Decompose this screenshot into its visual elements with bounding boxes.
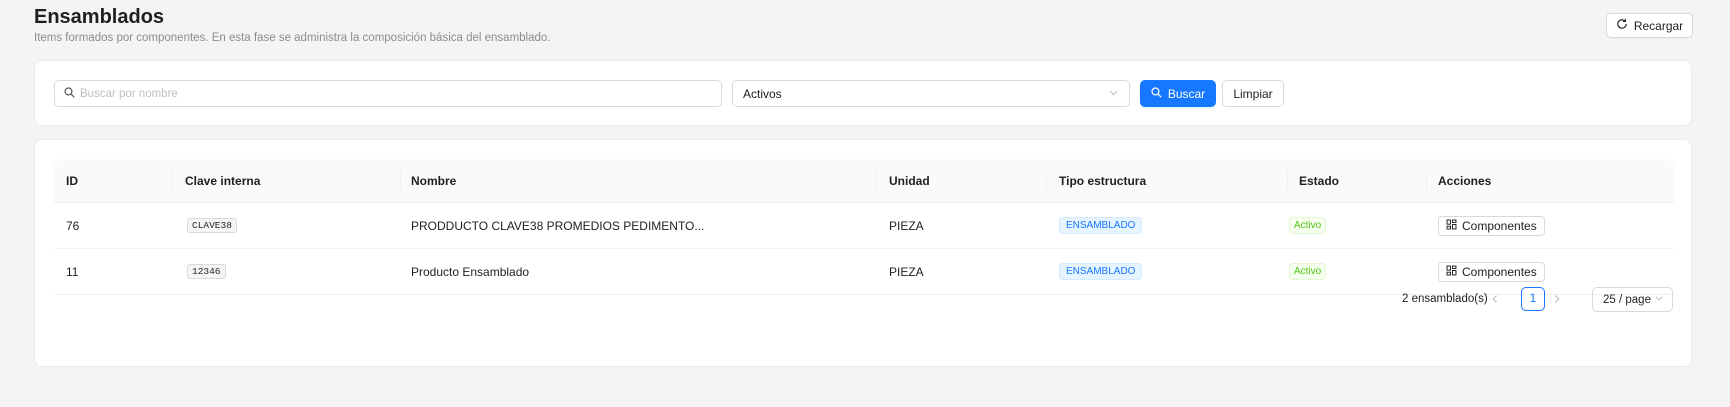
cell-acciones: Componentes: [1438, 203, 1545, 248]
search-icon: [64, 85, 75, 103]
page-size-value: 25 / page: [1603, 293, 1651, 306]
column-divider: [1046, 172, 1047, 190]
components-button[interactable]: Componentes: [1438, 261, 1545, 282]
search-button[interactable]: Buscar: [1140, 80, 1216, 107]
page-subtitle: Items formados por componentes. En esta …: [34, 32, 551, 44]
column-header-tipo[interactable]: Tipo estructura: [1059, 159, 1146, 203]
cell-id: 11: [66, 264, 79, 279]
column-divider: [876, 172, 877, 190]
search-input[interactable]: [80, 81, 721, 106]
pagination-total: 2 ensamblado(s): [1402, 293, 1488, 305]
chevron-right-icon[interactable]: [1545, 287, 1569, 311]
status-select[interactable]: Activos: [732, 80, 1130, 107]
reload-icon: [1616, 18, 1628, 33]
column-header-id[interactable]: ID: [66, 159, 78, 203]
clave-tag: 12346: [187, 264, 226, 279]
chevron-down-icon: [1108, 87, 1119, 101]
cell-unidad: PIEZA: [889, 218, 924, 233]
components-button-label: Componentes: [1462, 264, 1537, 279]
components-button-label: Componentes: [1462, 218, 1537, 233]
status-badge: Activo: [1289, 263, 1327, 280]
search-button-label: Buscar: [1167, 86, 1206, 101]
table-header: ID Clave interna Nombre Unidad Tipo estr…: [54, 159, 1674, 203]
clear-button-label: Limpiar: [1233, 86, 1273, 101]
column-divider: [400, 172, 401, 190]
reload-button-label: Recargar: [1633, 18, 1684, 33]
chevron-left-icon[interactable]: [1483, 287, 1507, 311]
components-icon: [1446, 265, 1457, 279]
page: Ensamblados Items formados por component…: [0, 0, 1730, 407]
cell-estado: Activo: [1289, 203, 1327, 248]
cell-nombre: PRODDUCTO CLAVE38 PROMEDIOS PEDIMENTO...: [411, 218, 705, 233]
column-header-nombre[interactable]: Nombre: [411, 159, 456, 203]
status-select-value: Activos: [743, 86, 782, 101]
components-button[interactable]: Componentes: [1438, 215, 1545, 236]
table-card: ID Clave interna Nombre Unidad Tipo estr…: [34, 139, 1692, 367]
assemblies-table: ID Clave interna Nombre Unidad Tipo estr…: [54, 159, 1674, 295]
table-row[interactable]: 11 12346 Producto Ensamblado PIEZA ENSAM…: [54, 249, 1674, 295]
page-title: Ensamblados: [34, 6, 165, 28]
cell-id: 76: [66, 218, 80, 233]
structure-type-tag: ENSAMBLADO: [1059, 217, 1143, 234]
filter-card: Activos Buscar Limpiar: [34, 60, 1692, 126]
clear-button[interactable]: Limpiar: [1222, 80, 1284, 107]
components-icon: [1446, 219, 1457, 233]
search-field[interactable]: [54, 80, 722, 107]
cell-unidad: PIEZA: [889, 264, 924, 279]
search-icon: [1151, 86, 1162, 101]
column-divider: [1287, 172, 1288, 190]
clave-tag: CLAVE38: [187, 218, 237, 233]
cell-clave: CLAVE38: [187, 203, 237, 248]
cell-nombre: Producto Ensamblado: [411, 264, 530, 279]
cell-clave: 12346: [187, 249, 226, 294]
structure-type-tag: ENSAMBLADO: [1059, 263, 1143, 280]
pagination-page-current[interactable]: 1: [1521, 287, 1545, 311]
column-header-unidad[interactable]: Unidad: [889, 159, 930, 203]
status-badge: Activo: [1289, 217, 1327, 234]
chevron-down-icon: [1654, 293, 1664, 306]
cell-tipo: ENSAMBLADO: [1059, 203, 1143, 248]
column-header-clave[interactable]: Clave interna: [185, 159, 260, 203]
page-size-select[interactable]: 25 / page: [1592, 287, 1673, 312]
column-header-acciones: Acciones: [1438, 174, 1492, 188]
reload-button[interactable]: Recargar: [1606, 13, 1693, 38]
cell-estado: Activo: [1289, 249, 1327, 294]
column-divider: [1426, 172, 1427, 190]
cell-tipo: ENSAMBLADO: [1059, 249, 1143, 294]
table-row[interactable]: 76 CLAVE38 PRODDUCTO CLAVE38 PROMEDIOS P…: [54, 203, 1674, 249]
column-divider: [172, 172, 173, 190]
column-header-estado[interactable]: Estado: [1299, 159, 1339, 203]
